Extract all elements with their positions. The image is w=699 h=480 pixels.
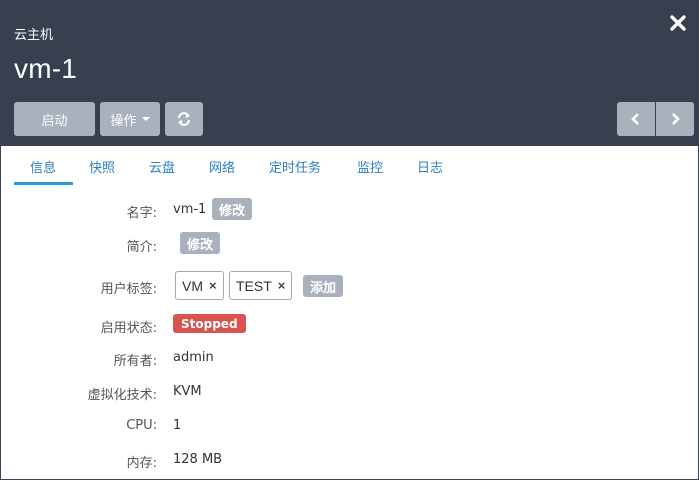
virtualization-label: 虚拟化技术: <box>87 388 157 403</box>
tag-text: VM <box>182 277 203 294</box>
start-button[interactable]: 启动 <box>14 102 95 136</box>
info-row-cpu: CPU: 1 <box>1 414 698 438</box>
virtualization-value: KVM <box>173 384 202 399</box>
tag-remove-icon[interactable]: × <box>278 278 286 293</box>
chevron-left-icon <box>631 113 639 125</box>
refresh-button[interactable] <box>165 102 203 136</box>
previous-button[interactable] <box>617 102 655 136</box>
close-button[interactable] <box>668 13 690 35</box>
name-value: vm-1 <box>173 202 207 217</box>
tab-info[interactable]: 信息 <box>30 157 56 176</box>
info-row-owner: 所有者: admin <box>1 346 698 370</box>
status-badge: Stopped <box>173 314 246 333</box>
name-label: 名字: <box>126 206 157 221</box>
tab-scheduled-tasks[interactable]: 定时任务 <box>269 157 321 176</box>
description-label: 简介: <box>126 240 157 255</box>
state-label: 启用状态: <box>100 321 157 336</box>
operations-dropdown-button[interactable]: 操作 <box>100 102 160 136</box>
active-tab-indicator <box>14 182 73 185</box>
info-row-memory: 内存: 128 MB <box>1 448 698 472</box>
edit-name-button[interactable]: 修改 <box>212 198 253 220</box>
header: 云主机 vm-1 启动 操作 <box>1 1 698 146</box>
info-row-description: 简介: 修改 <box>1 232 698 256</box>
start-button-label: 启动 <box>41 113 68 129</box>
close-icon <box>670 15 686 31</box>
info-row-tags: 用户标签: VM × TEST × 添加 <box>1 271 698 301</box>
add-tag-button[interactable]: 添加 <box>303 275 344 297</box>
next-button[interactable] <box>656 102 694 136</box>
tab-network[interactable]: 网络 <box>209 157 235 176</box>
tab-snapshots[interactable]: 快照 <box>89 157 115 176</box>
owner-label: 所有者: <box>113 354 157 369</box>
tab-monitoring[interactable]: 监控 <box>357 157 383 176</box>
refresh-icon <box>178 112 190 126</box>
info-row-virtualization: 虚拟化技术: KVM <box>1 380 698 404</box>
tags-label: 用户标签: <box>100 282 157 297</box>
cpu-label: CPU: <box>126 418 157 433</box>
user-tag: TEST × <box>229 271 293 300</box>
tab-logs[interactable]: 日志 <box>417 157 443 176</box>
page-title: vm-1 <box>14 53 78 84</box>
tag-remove-icon[interactable]: × <box>209 278 217 293</box>
info-row-name: 名字: vm-1 修改 <box>1 198 698 222</box>
vm-detail-panel: 云主机 vm-1 启动 操作 信息 快照 云盘 网络 定时任务 监控 日志 名字… <box>0 0 699 480</box>
memory-label: 内存: <box>126 456 157 471</box>
tag-text: TEST <box>236 277 272 294</box>
owner-value: admin <box>173 350 214 365</box>
resource-type: 云主机 <box>14 28 54 43</box>
tab-volumes[interactable]: 云盘 <box>149 157 175 176</box>
memory-value: 128 MB <box>173 452 223 467</box>
cpu-value: 1 <box>173 418 182 433</box>
tab-bar: 信息 快照 云盘 网络 定时任务 监控 日志 <box>14 146 698 186</box>
user-tag: VM × <box>175 271 224 300</box>
info-row-state: 启用状态: Stopped <box>1 313 698 337</box>
caret-down-icon <box>141 117 150 121</box>
edit-description-button[interactable]: 修改 <box>180 232 221 254</box>
chevron-right-icon <box>672 113 680 125</box>
operations-button-label: 操作 <box>110 113 137 129</box>
